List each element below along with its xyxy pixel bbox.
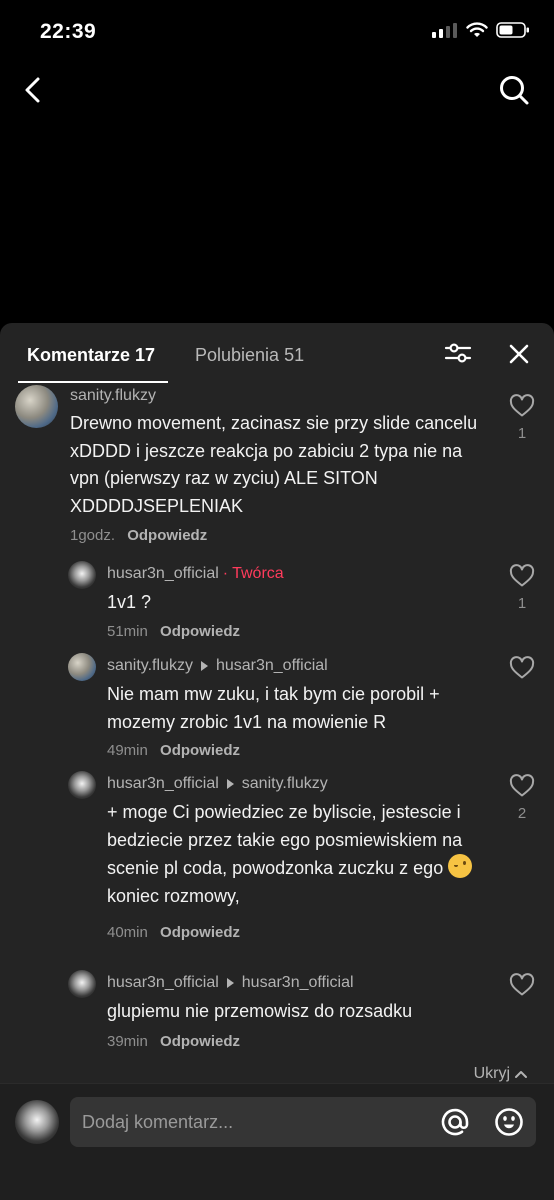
- reply-arrow-icon: [226, 779, 234, 789]
- comment-input-placeholder: Dodaj komentarz...: [82, 1112, 234, 1132]
- wifi-icon: [466, 22, 488, 37]
- like-count: 2: [517, 805, 527, 822]
- status-bar: 22:39: [0, 0, 554, 64]
- reply-button[interactable]: Odpowiedz: [160, 623, 240, 640]
- heart-icon: [509, 774, 535, 797]
- status-time: 22:39: [40, 20, 97, 43]
- avatar[interactable]: [15, 385, 58, 428]
- close-icon: [509, 344, 529, 364]
- comment-time: 51min: [107, 623, 148, 640]
- comment-text: glupiemu nie przemowisz do rozsadku: [107, 1001, 413, 1021]
- filter-button[interactable]: [444, 341, 472, 365]
- comment-time: 1godz.: [70, 527, 116, 544]
- comment-composer: Dodaj komentarz...: [0, 1083, 554, 1200]
- comment-text-part: + moge Ci powiedziec ze byliscie, jestes…: [107, 802, 463, 878]
- top-nav: [0, 64, 554, 116]
- avatar[interactable]: [68, 970, 96, 998]
- emoji-button[interactable]: [494, 1107, 524, 1137]
- chevron-left-icon: [25, 77, 40, 103]
- comment-time: 49min: [107, 742, 148, 759]
- reply-to-author[interactable]: husar3n_official: [216, 657, 328, 675]
- like-count: 1: [517, 425, 527, 442]
- comment-time: 40min: [107, 924, 148, 941]
- sheet-header: Komentarze 17 Polubienia 51: [0, 323, 554, 385]
- comment-text: + moge Ci powiedziec ze byliscie, jestes…: [107, 799, 487, 910]
- comment-author[interactable]: sanity.flukzy: [107, 657, 193, 675]
- search-icon: [500, 76, 529, 105]
- reply-to-author[interactable]: sanity.flukzy: [242, 775, 328, 793]
- comment-author[interactable]: sanity.flukzy: [70, 387, 156, 405]
- reply-button[interactable]: Odpowiedz: [160, 1033, 240, 1050]
- avatar[interactable]: [68, 653, 96, 681]
- heart-icon: [509, 394, 535, 417]
- heart-icon: [509, 656, 535, 679]
- close-button[interactable]: [506, 341, 532, 367]
- reply-button[interactable]: Odpowiedz: [160, 924, 240, 941]
- comment-text-part: koniec rozmowy,: [107, 885, 240, 906]
- creator-badge: Twórca: [232, 565, 284, 582]
- hide-replies-label: Ukryj: [473, 1065, 510, 1082]
- like-count: 1: [517, 595, 527, 612]
- comment-time: 39min: [107, 1033, 148, 1050]
- heart-icon: [509, 973, 535, 996]
- at-sign-icon: [441, 1108, 469, 1136]
- user-avatar: [15, 1100, 59, 1144]
- mention-button[interactable]: [440, 1107, 470, 1137]
- like-button[interactable]: [508, 656, 536, 685]
- tab-likes[interactable]: Polubienia 51: [195, 345, 304, 366]
- search-button[interactable]: [496, 72, 532, 108]
- like-button[interactable]: [508, 973, 536, 1002]
- active-tab-indicator: [18, 381, 168, 383]
- like-button[interactable]: 1: [508, 394, 536, 442]
- reply-to-author[interactable]: husar3n_official: [242, 974, 354, 992]
- battery-icon: [496, 22, 529, 38]
- avatar[interactable]: [68, 561, 96, 589]
- chevron-up-icon: [515, 1071, 527, 1078]
- smiley-icon: [495, 1108, 523, 1136]
- reply-button[interactable]: Odpowiedz: [160, 742, 240, 759]
- tab-comments[interactable]: Komentarze 17: [27, 345, 155, 366]
- comment-text: 1v1 ?: [107, 592, 152, 612]
- reply-arrow-icon: [200, 661, 208, 671]
- sliders-icon: [444, 343, 472, 363]
- comments-sheet: Komentarze 17 Polubienia 51 sanity.flukz…: [0, 323, 554, 1200]
- heart-icon: [509, 564, 535, 587]
- comment-author[interactable]: husar3n_official: [107, 775, 219, 793]
- hide-replies-button[interactable]: Ukryj: [474, 1065, 528, 1083]
- comment-author[interactable]: husar3n_official: [107, 974, 219, 992]
- comment-input[interactable]: Dodaj komentarz...: [70, 1097, 536, 1147]
- reply-button[interactable]: Odpowiedz: [127, 527, 207, 544]
- status-icons: [432, 22, 530, 38]
- like-button[interactable]: 2: [508, 774, 536, 822]
- avatar[interactable]: [68, 771, 96, 799]
- winking-face-icon: [448, 854, 473, 878]
- comment-text: Drewno movement, zacinasz sie przy slide…: [70, 413, 478, 516]
- cellular-signal-icon: [432, 23, 457, 38]
- reply-arrow-icon: [226, 978, 234, 988]
- back-button[interactable]: [16, 72, 48, 108]
- creator-separator: ·: [222, 565, 229, 582]
- comment-author[interactable]: husar3n_official: [107, 565, 219, 583]
- comment-text: Nie mam mw zuku, i tak bym cie porobil +…: [107, 684, 440, 732]
- like-button[interactable]: 1: [508, 564, 536, 612]
